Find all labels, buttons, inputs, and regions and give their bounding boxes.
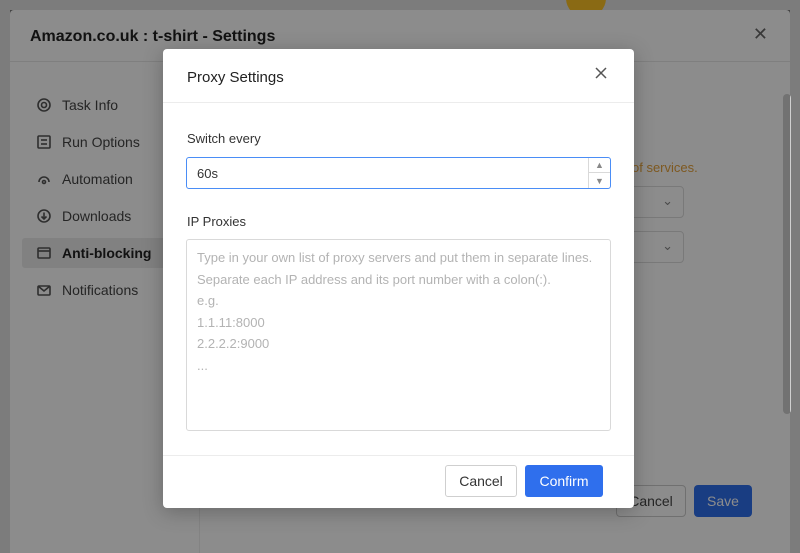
sidebar-item-label: Anti-blocking [62, 245, 152, 261]
scrollbar[interactable] [783, 94, 791, 414]
gear-icon [37, 98, 51, 112]
modal-header: Proxy Settings [163, 49, 634, 103]
ip-proxies-textarea[interactable] [186, 239, 611, 431]
sidebar-item-label: Downloads [62, 208, 132, 224]
chevron-down-icon: ⌄ [662, 238, 673, 253]
list-icon [37, 135, 51, 149]
close-icon[interactable] [594, 66, 610, 82]
sidebar-item-label: Task Info [62, 97, 119, 113]
ip-proxies-field[interactable] [187, 240, 610, 430]
quantity-stepper[interactable]: ▲ ▼ [588, 158, 610, 188]
modal-title: Proxy Settings [187, 69, 284, 86]
switch-every-input[interactable]: ▲ ▼ [186, 157, 611, 189]
proxy-settings-modal: Proxy Settings Switch every ▲ ▼ IP Proxi… [163, 49, 634, 508]
switch-every-label: Switch every [187, 131, 261, 146]
settings-title: Amazon.co.uk : t-shirt - Settings [30, 28, 276, 45]
ip-proxies-label: IP Proxies [187, 214, 247, 229]
settings-save-button[interactable]: Save [694, 485, 752, 517]
automation-icon [38, 176, 50, 185]
sidebar-item-label: Automation [62, 171, 133, 187]
sidebar-item-label: Run Options [62, 134, 140, 150]
shield-icon [37, 247, 51, 259]
mail-icon [37, 285, 51, 296]
stepper-up-icon[interactable]: ▲ [589, 158, 610, 173]
sidebar-item-label: Notifications [62, 282, 139, 298]
stepper-down-icon[interactable]: ▼ [589, 173, 610, 188]
settings-close-icon[interactable]: ✕ [753, 24, 768, 45]
confirm-button[interactable]: Confirm [525, 465, 603, 497]
chevron-down-icon: ⌄ [662, 193, 673, 208]
download-icon [37, 209, 51, 223]
switch-every-field[interactable] [187, 158, 587, 188]
cancel-button[interactable]: Cancel [445, 465, 517, 497]
modal-footer: Cancel Confirm [163, 455, 634, 508]
warning-text: of services. [632, 160, 698, 175]
